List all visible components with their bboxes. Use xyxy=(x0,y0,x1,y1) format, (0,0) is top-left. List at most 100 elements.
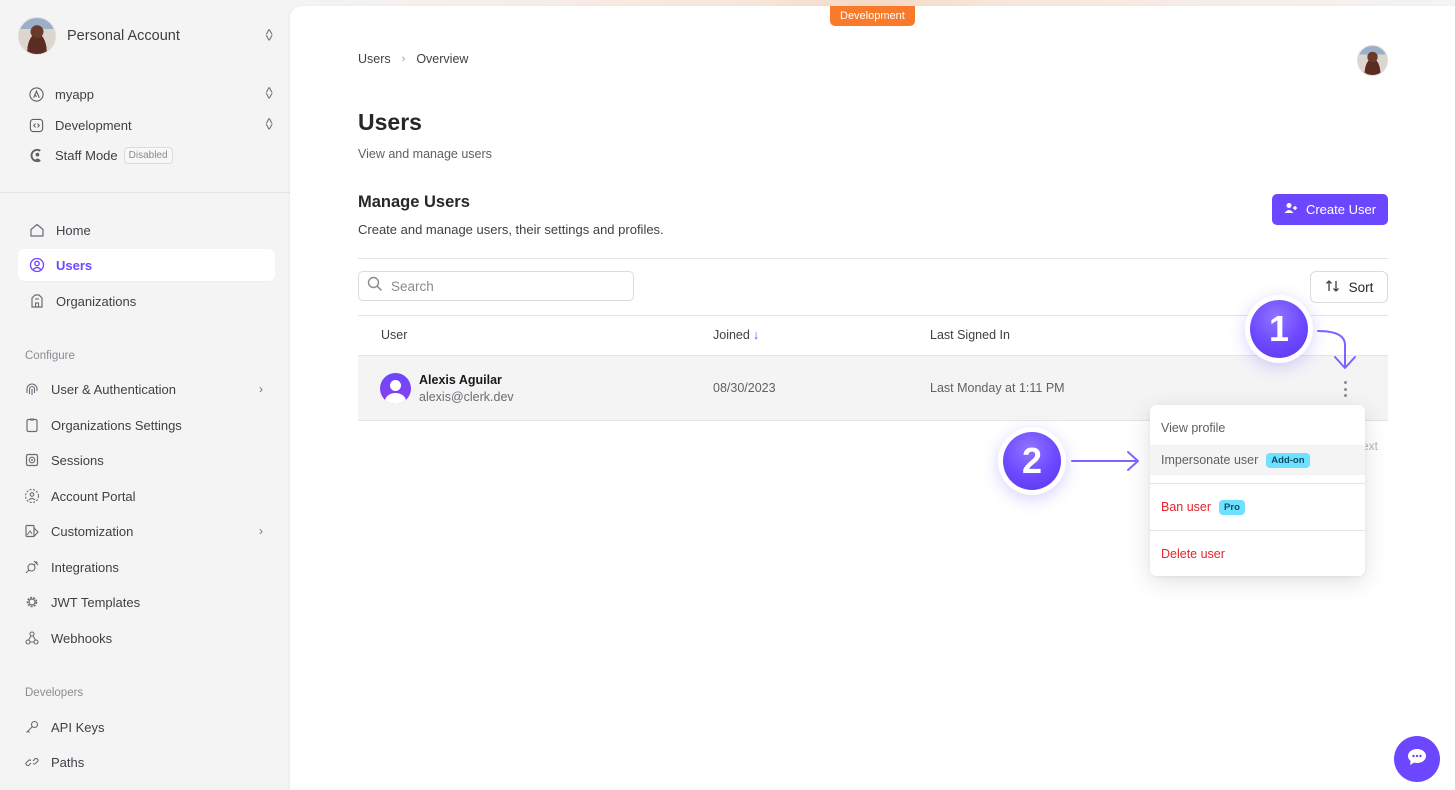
sidebar-item-label: Home xyxy=(56,222,91,238)
staff-mode-label: Staff Mode xyxy=(55,147,118,163)
chat-bubble-icon xyxy=(1406,747,1428,772)
menu-item-view-profile[interactable]: View profile xyxy=(1150,413,1365,443)
section-subtitle: Create and manage users, their settings … xyxy=(358,222,664,237)
chevron-updown-icon: ˄ ˅ xyxy=(264,27,273,45)
chevron-right-icon: › xyxy=(259,524,263,538)
gear-icon xyxy=(24,594,40,610)
menu-divider xyxy=(1150,483,1365,484)
sessions-icon xyxy=(24,452,40,468)
sidebar-item-organizations[interactable]: Organizations xyxy=(18,285,275,317)
last-signed-in: Last Monday at 1:11 PM xyxy=(930,381,1065,395)
step-marker-1: 1 xyxy=(1245,295,1313,363)
sidebar-item-jwt-templates[interactable]: JWT Templates xyxy=(18,586,275,618)
user-avatar[interactable] xyxy=(1357,45,1388,76)
clipboard-icon xyxy=(24,417,40,433)
code-icon xyxy=(28,117,44,133)
section-title: Manage Users xyxy=(358,193,470,211)
step-number: 1 xyxy=(1250,300,1308,358)
add-user-icon xyxy=(1284,202,1298,217)
sidebar-item-label: Paths xyxy=(51,754,85,770)
sidebar-item-label: Integrations xyxy=(51,559,119,575)
environment-badge: Development xyxy=(830,6,915,26)
sidebar-item-organizations-settings[interactable]: Organizations Settings xyxy=(18,409,275,441)
menu-item-label: Ban user xyxy=(1161,500,1212,514)
user-circle-icon xyxy=(29,257,45,273)
sidebar-item-customization[interactable]: Customization › xyxy=(18,515,275,547)
key-icon xyxy=(24,719,40,735)
sidebar: Personal Account ˄ ˅ myapp ˄ ˅ Development… xyxy=(0,0,290,790)
sidebar-item-label: Organizations xyxy=(56,293,137,309)
environment-name: Development xyxy=(55,117,132,133)
column-header-label: Last Signed In xyxy=(930,328,1010,342)
sidebar-item-paths[interactable]: Paths xyxy=(18,746,275,778)
sidebar-item-label: Customization xyxy=(51,523,134,539)
sidebar-item-label: Users xyxy=(56,257,93,273)
column-header-label: User xyxy=(381,328,408,342)
sidebar-item-label: API Keys xyxy=(51,719,105,735)
step-marker-2: 2 xyxy=(998,427,1066,495)
column-header-label: Joined xyxy=(713,328,750,342)
fingerprint-icon xyxy=(24,381,40,397)
sidebar-item-user-authentication[interactable]: User & Authentication › xyxy=(18,373,275,405)
user-name: Alexis Aguilar xyxy=(419,373,502,387)
building-icon xyxy=(29,293,45,309)
sidebar-item-sessions[interactable]: Sessions xyxy=(18,444,275,476)
app-name: myapp xyxy=(55,86,95,102)
user-email: alexis@clerk.dev xyxy=(419,390,514,404)
section-label-configure: Configure xyxy=(25,350,75,362)
sidebar-item-label: Account Portal xyxy=(51,488,136,504)
webhook-icon xyxy=(24,630,40,646)
search-icon xyxy=(367,276,383,297)
sidebar-item-label: Organizations Settings xyxy=(51,417,182,433)
sidebar-item-label: Sessions xyxy=(51,452,104,468)
search-input[interactable] xyxy=(391,278,621,294)
sidebar-item-account-portal[interactable]: Account Portal xyxy=(18,480,275,512)
column-header-last-signed-in[interactable]: Last Signed In xyxy=(930,328,1010,342)
divider xyxy=(358,315,1388,316)
staff-mode-status-badge: Disabled xyxy=(123,146,173,164)
sidebar-item-integrations[interactable]: Integrations xyxy=(18,551,275,583)
pro-badge: Pro xyxy=(1219,499,1245,515)
sort-icon xyxy=(1325,279,1341,296)
menu-item-ban-user[interactable]: Ban user Pro xyxy=(1150,492,1365,522)
page-title: Users xyxy=(358,109,422,135)
app-switcher[interactable]: myapp ˄ ˅ xyxy=(28,83,276,105)
sort-label: Sort xyxy=(1348,279,1374,295)
staff-mode-toggle[interactable]: Staff Mode Disabled xyxy=(28,144,276,166)
chevron-updown-icon: ˄ ˅ xyxy=(264,85,273,103)
breadcrumb: Users › Overview xyxy=(358,52,468,66)
column-header-user[interactable]: User xyxy=(381,328,407,342)
account-portal-icon xyxy=(24,488,40,504)
chat-support-button[interactable] xyxy=(1394,736,1440,782)
breadcrumb-item-users[interactable]: Users xyxy=(358,52,391,66)
create-user-label: Create User xyxy=(1305,202,1377,217)
divider xyxy=(358,258,1388,259)
create-user-button[interactable]: Create User xyxy=(1272,194,1388,225)
breadcrumb-separator: › xyxy=(401,53,406,65)
more-actions-icon[interactable] xyxy=(1341,379,1349,399)
page-subtitle: View and manage users xyxy=(358,147,492,161)
menu-item-delete-user[interactable]: Delete user xyxy=(1150,539,1365,569)
breadcrumb-item-overview: Overview xyxy=(416,52,469,66)
step-number: 2 xyxy=(1003,432,1061,490)
chevron-right-icon: › xyxy=(259,382,263,396)
sidebar-item-webhooks[interactable]: Webhooks xyxy=(18,622,275,654)
sidebar-item-users[interactable]: Users xyxy=(18,249,275,281)
menu-item-label: Delete user xyxy=(1161,547,1225,561)
app-logo-icon xyxy=(28,86,44,102)
plug-icon xyxy=(24,559,40,575)
account-switcher[interactable]: Personal Account ˄ ˅ xyxy=(18,17,276,55)
environment-switcher[interactable]: Development ˄ ˅ xyxy=(28,114,276,136)
staff-icon xyxy=(28,147,44,163)
menu-item-label: View profile xyxy=(1161,421,1226,435)
search-field[interactable] xyxy=(358,271,634,301)
menu-item-impersonate-user[interactable]: Impersonate user Add-on xyxy=(1150,445,1365,475)
column-header-joined[interactable]: Joined ↓ xyxy=(713,328,759,342)
menu-divider xyxy=(1150,530,1365,531)
addon-badge: Add-on xyxy=(1266,452,1310,468)
sidebar-item-home[interactable]: Home xyxy=(18,214,275,246)
sort-button[interactable]: Sort xyxy=(1310,271,1388,303)
sidebar-item-api-keys[interactable]: API Keys xyxy=(18,711,275,743)
chevron-updown-icon: ˄ ˅ xyxy=(264,116,273,134)
user-actions-menu: View profile Impersonate user Add-on Ban… xyxy=(1150,405,1365,576)
